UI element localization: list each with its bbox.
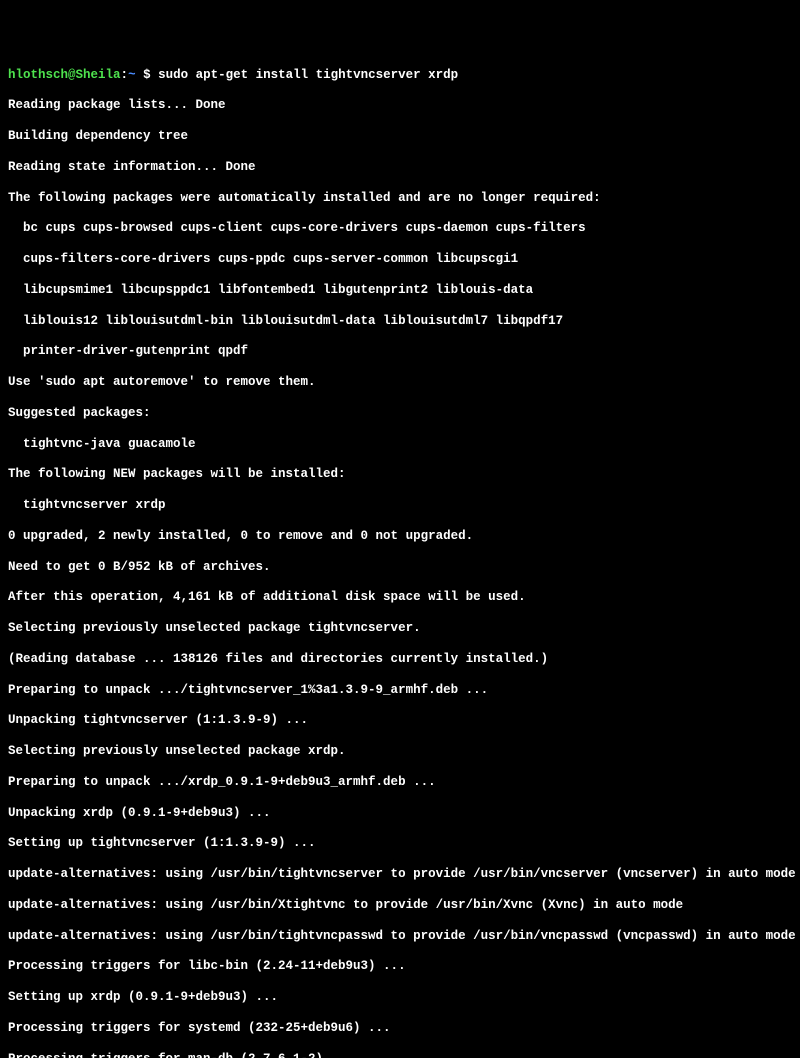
output-line: Unpacking xrdp (0.9.1-9+deb9u3) ... bbox=[8, 806, 792, 821]
output-line: Processing triggers for man-db (2.7.6.1-… bbox=[8, 1052, 792, 1058]
output-line: Processing triggers for systemd (232-25+… bbox=[8, 1021, 792, 1036]
output-line: Reading state information... Done bbox=[8, 160, 792, 175]
output-line: cups-filters-core-drivers cups-ppdc cups… bbox=[8, 252, 792, 267]
prompt-line: hlothsch@Sheila:~ $ sudo apt-get install… bbox=[8, 68, 792, 83]
output-line: 0 upgraded, 2 newly installed, 0 to remo… bbox=[8, 529, 792, 544]
output-line: Selecting previously unselected package … bbox=[8, 621, 792, 636]
output-line: update-alternatives: using /usr/bin/Xtig… bbox=[8, 898, 792, 913]
command-text: sudo apt-get install tightvncserver xrdp bbox=[158, 68, 458, 82]
prompt-colon: : bbox=[121, 68, 129, 82]
output-line: Selecting previously unselected package … bbox=[8, 744, 792, 759]
output-line: Suggested packages: bbox=[8, 406, 792, 421]
prompt-host: Sheila bbox=[76, 68, 121, 82]
output-line: Preparing to unpack .../xrdp_0.9.1-9+deb… bbox=[8, 775, 792, 790]
output-line: Setting up xrdp (0.9.1-9+deb9u3) ... bbox=[8, 990, 792, 1005]
output-line: bc cups cups-browsed cups-client cups-co… bbox=[8, 221, 792, 236]
prompt-user: hlothsch bbox=[8, 68, 68, 82]
output-line: The following NEW packages will be insta… bbox=[8, 467, 792, 482]
output-line: tightvncserver xrdp bbox=[8, 498, 792, 513]
output-line: Building dependency tree bbox=[8, 129, 792, 144]
output-line: After this operation, 4,161 kB of additi… bbox=[8, 590, 792, 605]
output-line: tightvnc-java guacamole bbox=[8, 437, 792, 452]
output-line: update-alternatives: using /usr/bin/tigh… bbox=[8, 929, 792, 944]
output-line: libcupsmime1 libcupsppdc1 libfontembed1 … bbox=[8, 283, 792, 298]
output-line: liblouis12 liblouisutdml-bin liblouisutd… bbox=[8, 314, 792, 329]
output-line: Reading package lists... Done bbox=[8, 98, 792, 113]
output-line: printer-driver-gutenprint qpdf bbox=[8, 344, 792, 359]
output-line: Unpacking tightvncserver (1:1.3.9-9) ... bbox=[8, 713, 792, 728]
output-line: Setting up tightvncserver (1:1.3.9-9) ..… bbox=[8, 836, 792, 851]
output-line: (Reading database ... 138126 files and d… bbox=[8, 652, 792, 667]
output-line: Processing triggers for libc-bin (2.24-1… bbox=[8, 959, 792, 974]
output-line: update-alternatives: using /usr/bin/tigh… bbox=[8, 867, 792, 882]
output-line: Preparing to unpack .../tightvncserver_1… bbox=[8, 683, 792, 698]
output-line: Use 'sudo apt autoremove' to remove them… bbox=[8, 375, 792, 390]
output-line: The following packages were automaticall… bbox=[8, 191, 792, 206]
prompt-at: @ bbox=[68, 68, 76, 82]
prompt-tilde: ~ bbox=[128, 68, 136, 82]
prompt-dollar: $ bbox=[136, 68, 159, 82]
output-line: Need to get 0 B/952 kB of archives. bbox=[8, 560, 792, 575]
